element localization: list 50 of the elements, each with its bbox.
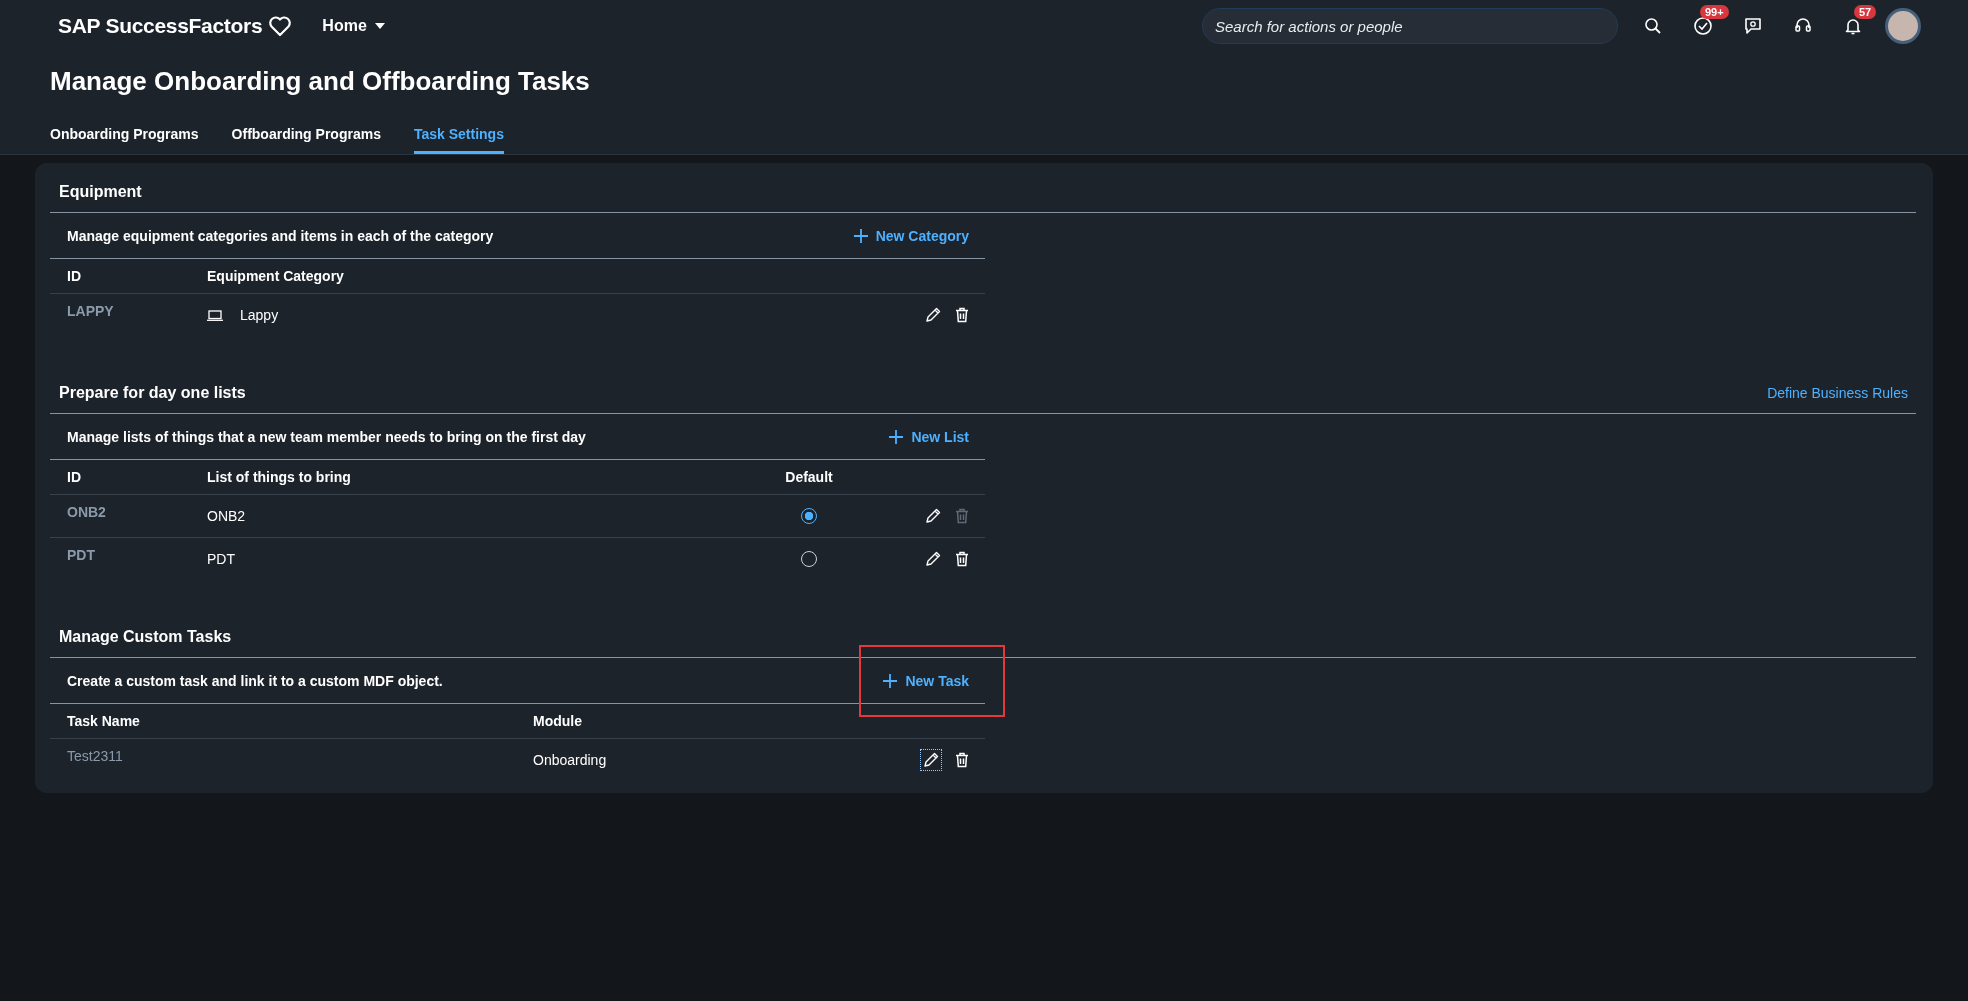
edit-pencil-icon[interactable] bbox=[925, 551, 941, 567]
default-radio[interactable] bbox=[801, 508, 817, 524]
tab[interactable]: Onboarding Programs bbox=[50, 118, 199, 154]
table-cell-text: PDT bbox=[67, 546, 96, 563]
new-category-button[interactable]: New Category bbox=[853, 223, 969, 248]
column-header: Equipment Category bbox=[207, 268, 345, 284]
column-header: Default bbox=[784, 469, 834, 485]
edit-pencil-icon[interactable] bbox=[925, 307, 941, 323]
section-title: Prepare for day one lists bbox=[59, 384, 246, 402]
table-cell-text: PDT bbox=[207, 551, 236, 567]
column-header: ID bbox=[67, 268, 82, 284]
table-cell: Lappy bbox=[240, 307, 279, 323]
count-badge: 99+ bbox=[1700, 5, 1729, 19]
new-task-button[interactable]: New Task bbox=[883, 668, 969, 693]
count-badge: 57 bbox=[1854, 5, 1877, 19]
tab[interactable]: Task Settings bbox=[413, 118, 504, 154]
section-title: Manage Custom Tasks bbox=[59, 628, 232, 646]
caret-icon bbox=[374, 23, 385, 29]
plus-icon bbox=[883, 673, 898, 688]
edit-pencil-icon[interactable] bbox=[921, 750, 941, 770]
table-cell-text: ONB2 bbox=[67, 503, 107, 520]
plus-icon bbox=[853, 228, 868, 243]
table-cell-text: Test2311 bbox=[67, 747, 124, 764]
user-avatar[interactable] bbox=[1885, 8, 1921, 44]
section-title: Equipment bbox=[59, 183, 142, 201]
edit-pencil-icon[interactable] bbox=[925, 508, 941, 524]
table-cell-text: ONB2 bbox=[207, 508, 247, 524]
section-description: Manage equipment categories and items in each of the category bbox=[67, 227, 494, 244]
table-cell-text: LAPPY bbox=[67, 302, 115, 319]
column-header: List of things to bring bbox=[207, 469, 352, 485]
bell-icon[interactable] bbox=[1843, 16, 1863, 36]
plus-icon bbox=[889, 429, 904, 444]
column-header: Module bbox=[533, 713, 583, 729]
search-icon[interactable] bbox=[1644, 17, 1662, 35]
section-description: Manage lists of things that a new team member needs to bring on the first day bbox=[67, 428, 586, 445]
laptop-icon bbox=[207, 309, 223, 321]
section-description: Create a custom task and link it to a custom MDF object. bbox=[67, 672, 443, 689]
new-list-button[interactable]: New List bbox=[889, 424, 969, 449]
define-rules-link[interactable]: Define Business Rules bbox=[1767, 385, 1908, 401]
app-logo[interactable]: SAP SuccessFactors bbox=[58, 14, 263, 38]
search-field[interactable]: Search for actions or people bbox=[1202, 8, 1618, 44]
home-menu[interactable]: Home bbox=[322, 17, 385, 35]
checkmark-circle-icon[interactable] bbox=[1693, 16, 1713, 36]
heart-icon bbox=[268, 14, 293, 38]
page-title: Manage Onboarding and Offboarding Tasks bbox=[50, 65, 591, 98]
chat-bubble-icon[interactable] bbox=[1743, 16, 1763, 36]
tab[interactable]: Offboarding Programs bbox=[231, 118, 381, 154]
table-cell-text: Onboarding bbox=[533, 752, 608, 768]
column-header: ID bbox=[67, 469, 82, 485]
column-header: Task Name bbox=[67, 713, 141, 729]
